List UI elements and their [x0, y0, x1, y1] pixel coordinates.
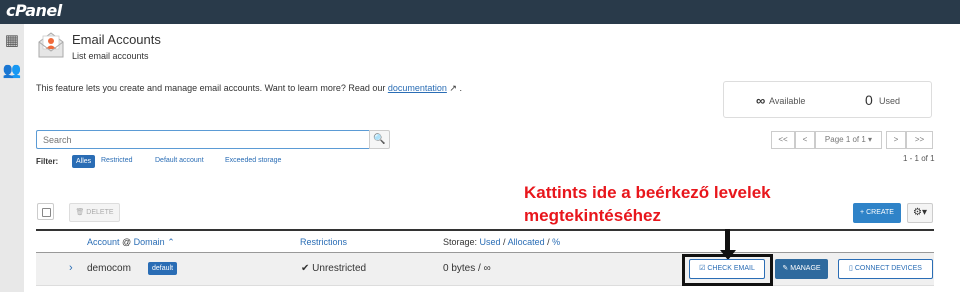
email-icon — [38, 32, 64, 58]
restrictions-column-header[interactable]: Restrictions — [300, 237, 347, 247]
annotation-text: Kattints ide a beérkező levelek megtekin… — [524, 181, 854, 227]
documentation-link[interactable]: documentation — [388, 83, 447, 93]
manage-button[interactable]: ✎ MANAGE — [775, 259, 828, 279]
annotation-line-2: megtekintéséhez — [524, 206, 661, 225]
top-bar: cPanel — [0, 0, 960, 24]
storage-value: 0 bytes / ∞ — [443, 263, 491, 274]
check-email-button[interactable]: ☑ CHECK EMAIL — [689, 259, 765, 279]
account-domain-header[interactable]: Account @ Domain ⌃ — [87, 237, 175, 248]
storage-sep-1: / — [500, 237, 508, 247]
at-separator: @ — [119, 237, 134, 247]
used-count: 0 — [865, 92, 873, 108]
page-title: Email Accounts — [72, 32, 161, 47]
infinity-icon: ∞ — [756, 93, 766, 108]
filter-label: Filter: — [36, 157, 59, 166]
filter-all[interactable]: Alles — [72, 155, 96, 168]
filter-restricted[interactable]: Restricted — [101, 157, 133, 164]
delete-button[interactable]: 🗑 DELETE — [69, 203, 120, 222]
settings-gear-button[interactable]: ⚙▾ — [907, 203, 933, 223]
prev-page-button[interactable]: < — [795, 131, 815, 149]
expand-row-icon[interactable]: › — [69, 262, 73, 274]
restriction-status: ✔ Unrestricted — [301, 263, 367, 274]
next-page-button[interactable]: > — [886, 131, 906, 149]
main-content: Email Accounts List email accounts This … — [24, 24, 960, 292]
storage-column-header: Storage: Used / Allocated / % — [443, 237, 560, 247]
page-subtitle: List email accounts — [72, 51, 149, 61]
sidebar: ▦ 👥 — [0, 24, 24, 292]
sort-percent[interactable]: % — [552, 237, 560, 247]
stats-panel: ∞ Available 0 Used — [723, 81, 932, 118]
storage-prefix: Storage: — [443, 237, 480, 247]
search-input[interactable] — [36, 130, 377, 149]
users-icon[interactable]: 👥 — [2, 61, 22, 81]
default-badge: default — [148, 262, 178, 275]
first-page-button[interactable]: << — [771, 131, 795, 149]
sort-allocated[interactable]: Allocated — [508, 237, 545, 247]
search-icon: 🔍 — [373, 134, 386, 145]
result-count: 1 - 1 of 1 — [903, 154, 935, 163]
grid-icon[interactable]: ▦ — [2, 31, 22, 51]
account-column-header[interactable]: Account — [87, 237, 120, 247]
connect-devices-button[interactable]: ▯ CONNECT DEVICES — [838, 259, 933, 279]
used-label: Used — [879, 96, 901, 106]
select-all-checkbox[interactable] — [37, 203, 54, 220]
last-page-button[interactable]: >> — [906, 131, 933, 149]
sort-up-icon: ⌃ — [164, 237, 175, 247]
account-name: democom — [87, 263, 131, 274]
table-header: Account @ Domain ⌃ Restrictions Storage:… — [36, 229, 934, 253]
available-label: Available — [769, 96, 806, 106]
domain-column-header[interactable]: Domain — [134, 237, 165, 247]
external-link-icon: ↗ . — [446, 83, 462, 93]
storage-sep-2: / — [544, 237, 553, 247]
intro-text: This feature lets you create and manage … — [36, 83, 462, 94]
filter-exceeded-storage[interactable]: Exceeded storage — [225, 157, 281, 164]
sort-used[interactable]: Used — [480, 237, 501, 247]
intro-sentence: This feature lets you create and manage … — [36, 83, 388, 93]
create-button[interactable]: + CREATE — [853, 203, 901, 223]
search-button[interactable]: 🔍 — [369, 130, 390, 149]
annotation-line-1: Kattints ide a beérkező levelek — [524, 183, 771, 202]
filter-default-account[interactable]: Default account — [155, 157, 204, 164]
cpanel-logo[interactable]: cPanel — [6, 1, 62, 20]
page-select[interactable]: Page 1 of 1 ▾ — [815, 131, 882, 149]
